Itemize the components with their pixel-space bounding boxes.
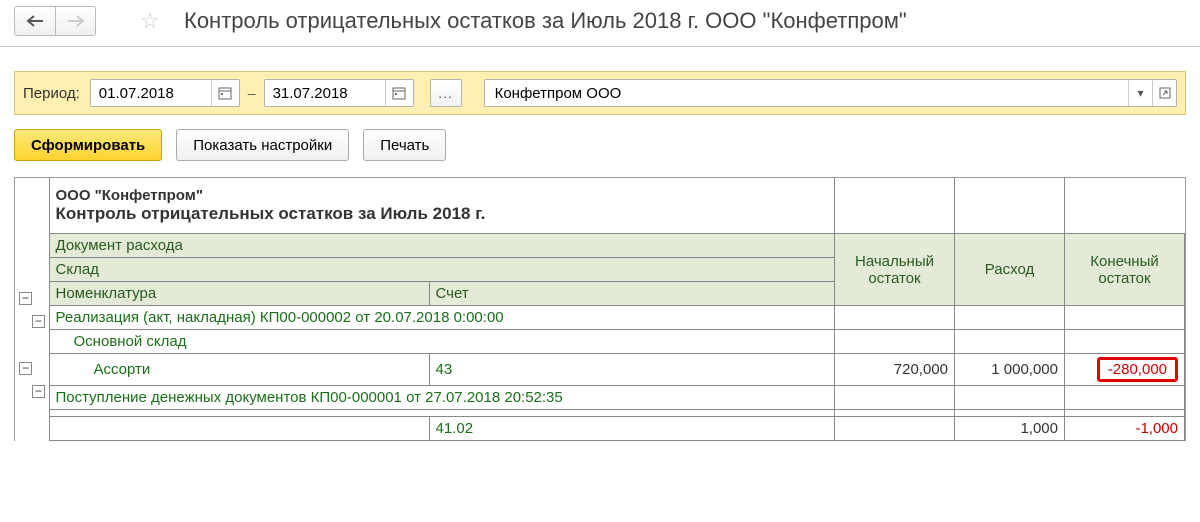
nach-cell: 720,000 (835, 354, 955, 386)
nav-forward-button (55, 7, 95, 35)
org-open-icon[interactable] (1152, 80, 1176, 106)
org-dropdown-icon[interactable]: ▾ (1128, 80, 1152, 106)
col-header-schet: Счет (429, 282, 835, 306)
rash-cell: 1,000 (955, 417, 1065, 441)
report-heading: Контроль отрицательных остатков за Июль … (56, 204, 829, 230)
schet-cell[interactable]: 43 (429, 354, 835, 386)
doc-row[interactable]: Реализация (акт, накладная) КП00-000002 … (49, 306, 835, 330)
nomen-cell[interactable] (49, 417, 429, 441)
col-header-sklad: Склад (49, 258, 835, 282)
nav-back-button[interactable] (15, 7, 55, 35)
report-company: ООО "Конфетпром" (56, 181, 829, 204)
col-header-nach: Начальный остаток (835, 234, 955, 306)
calendar-icon[interactable] (211, 80, 239, 106)
org-input[interactable] (485, 81, 1128, 106)
period-to-input[interactable] (265, 81, 385, 106)
sklad-row[interactable]: Основной склад (49, 330, 835, 354)
calendar-icon[interactable] (385, 80, 413, 106)
period-label: Период: (23, 85, 80, 102)
favorite-star-icon[interactable]: ☆ (136, 7, 164, 35)
print-button[interactable]: Печать (363, 129, 446, 161)
kon-cell: -280,000 (1065, 354, 1185, 386)
col-header-kon: Конечный остаток (1065, 234, 1185, 306)
period-from-field[interactable] (90, 79, 240, 107)
doc-row[interactable]: Поступление денежных документов КП00-000… (49, 386, 835, 410)
page-title: Контроль отрицательных остатков за Июль … (184, 8, 907, 34)
nomen-cell[interactable]: Ассорти (49, 354, 429, 386)
sklad-row[interactable] (49, 410, 835, 417)
col-header-rash: Расход (955, 234, 1065, 306)
tree-toggle[interactable]: − (32, 385, 45, 398)
tree-toggle[interactable]: − (19, 362, 32, 375)
period-from-input[interactable] (91, 81, 211, 106)
form-button[interactable]: Сформировать (14, 129, 162, 161)
show-settings-button[interactable]: Показать настройки (176, 129, 349, 161)
col-header-nomen: Номенклатура (49, 282, 429, 306)
schet-cell[interactable]: 41.02 (429, 417, 835, 441)
org-field[interactable]: ▾ (484, 79, 1177, 107)
period-select-button[interactable]: ... (430, 79, 462, 107)
tree-toggle[interactable]: − (32, 315, 45, 328)
period-dash: – (248, 85, 256, 101)
rash-cell: 1 000,000 (955, 354, 1065, 386)
period-to-field[interactable] (264, 79, 414, 107)
tree-toggle[interactable]: − (19, 292, 32, 305)
kon-cell: -1,000 (1065, 417, 1185, 441)
nach-cell (835, 417, 955, 441)
col-header-doc: Документ расхода (49, 234, 835, 258)
